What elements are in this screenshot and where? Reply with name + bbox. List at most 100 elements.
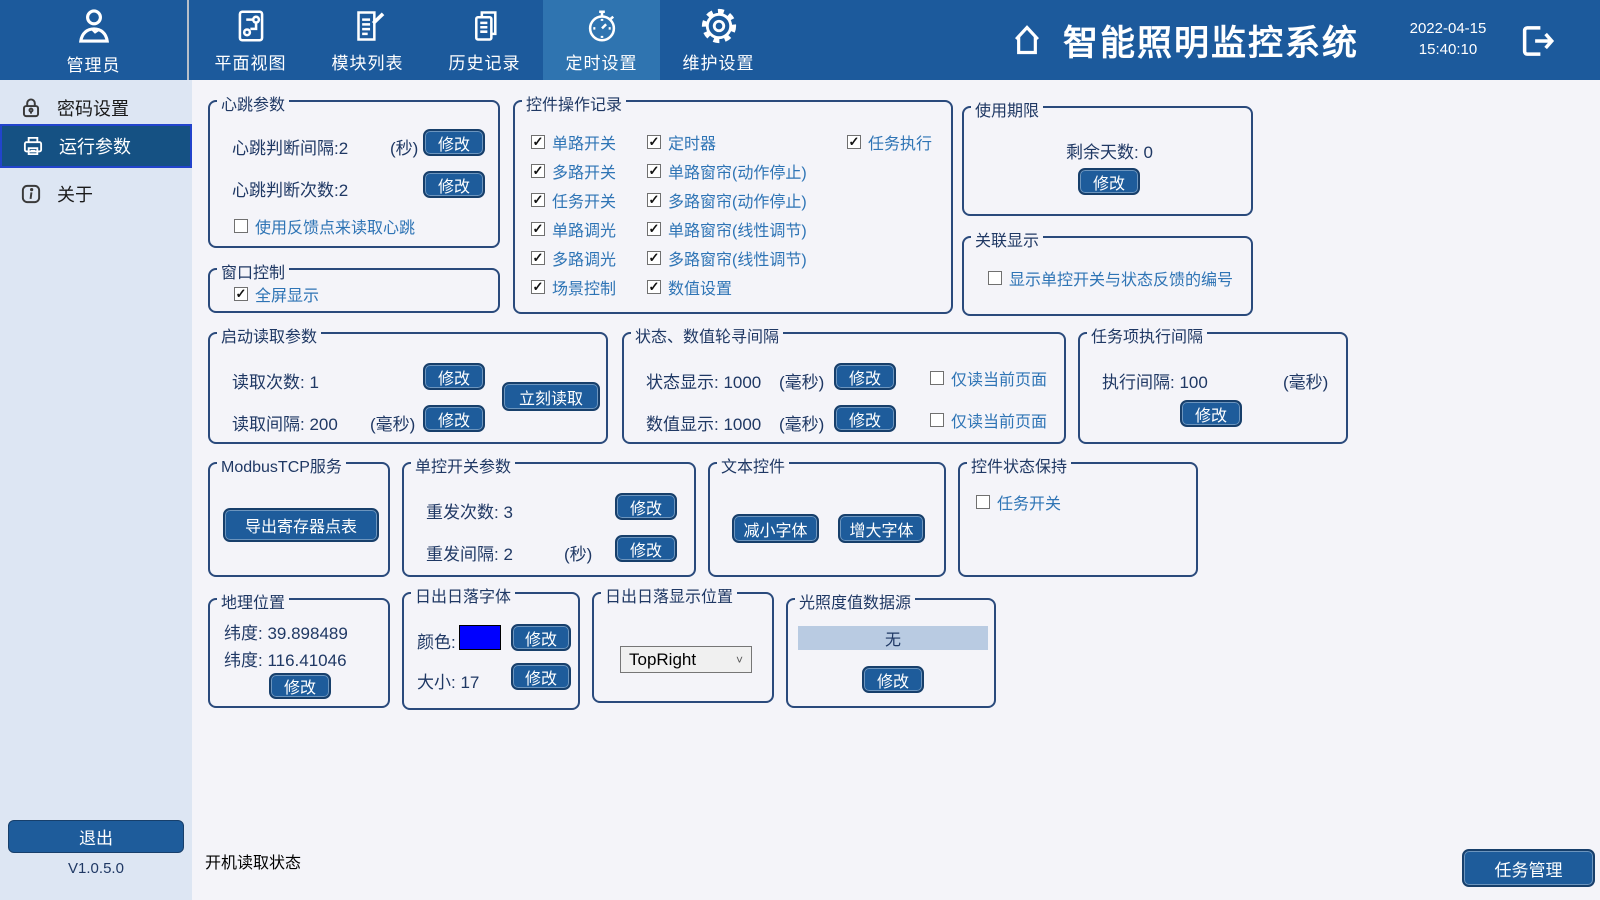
checkbox-task-exec[interactable]: ✓ 任务执行: [847, 130, 932, 154]
checkbox-box[interactable]: ✓: [647, 135, 661, 149]
font-size-value: 大小: 17: [417, 668, 479, 693]
checkbox-current-page-status[interactable]: 仅读当前页面: [930, 366, 1047, 390]
increase-font-button[interactable]: 增大字体: [838, 514, 925, 543]
floorplan-icon: [232, 7, 270, 45]
tab-maintenance[interactable]: 维护设置: [660, 0, 777, 80]
checkbox-box[interactable]: ✓: [647, 280, 661, 294]
modify-button[interactable]: 修改: [423, 129, 485, 156]
checkbox-box[interactable]: [930, 413, 944, 427]
group-title: 任务项执行间隔: [1087, 323, 1207, 347]
decrease-font-button[interactable]: 减小字体: [732, 514, 819, 543]
home-icon: [1005, 20, 1049, 60]
lock-icon: [18, 95, 44, 121]
checkbox-box[interactable]: [234, 219, 248, 233]
checkbox-box[interactable]: ✓: [531, 164, 545, 178]
checkbox-box[interactable]: ✓: [647, 251, 661, 265]
group-widget-state: 控件状态保持 任务开关: [958, 462, 1198, 577]
checkbox-multi-dim[interactable]: ✓ 多路调光: [531, 246, 616, 270]
checkbox-task-switch-keep[interactable]: 任务开关: [976, 490, 1061, 514]
tab-label: 定时设置: [566, 49, 638, 74]
info-icon: [18, 181, 44, 207]
sidebar-item-run-params[interactable]: 运行参数: [0, 124, 192, 168]
checkbox-label: 全屏显示: [255, 282, 319, 306]
checkbox-task-switch[interactable]: ✓ 任务开关: [531, 188, 616, 212]
checkbox-box[interactable]: ✓: [847, 135, 861, 149]
checkbox-feedback-heartbeat[interactable]: 使用反馈点来读取心跳: [234, 214, 415, 238]
checkbox-box[interactable]: ✓: [531, 135, 545, 149]
modify-button[interactable]: 修改: [423, 363, 485, 390]
tab-module-list[interactable]: 模块列表: [309, 0, 426, 80]
modify-button[interactable]: 修改: [834, 363, 896, 390]
tab-history[interactable]: 历史记录: [426, 0, 543, 80]
group-title: 使用期限: [971, 97, 1043, 121]
checkbox-current-page-value[interactable]: 仅读当前页面: [930, 408, 1047, 432]
checkbox-multi-switch[interactable]: ✓ 多路开关: [531, 159, 616, 183]
checkbox-single-curtain-stop[interactable]: ✓ 单路窗帘(动作停止): [647, 159, 807, 183]
group-title: 地理位置: [217, 589, 289, 613]
tab-timer-settings[interactable]: 定时设置: [543, 0, 660, 80]
logout-button[interactable]: [1515, 20, 1557, 62]
modify-button[interactable]: 修改: [615, 535, 677, 562]
read-interval-value: 读取间隔: 200: [232, 410, 338, 435]
checkbox-multi-curtain-stop[interactable]: ✓ 多路窗帘(动作停止): [647, 188, 807, 212]
modify-button[interactable]: 修改: [615, 493, 677, 520]
checkbox-show-switch-feedback-id[interactable]: 显示单控开关与状态反馈的编号: [988, 266, 1233, 290]
checkbox-box[interactable]: [988, 271, 1002, 285]
checkbox-label: 多路调光: [552, 246, 616, 270]
modify-button[interactable]: 修改: [423, 405, 485, 432]
checkbox-label: 多路窗帘(线性调节): [668, 246, 807, 270]
checkbox-fullscreen[interactable]: ✓ 全屏显示: [234, 282, 319, 306]
tab-floorplan[interactable]: 平面视图: [192, 0, 309, 80]
checkbox-timer[interactable]: ✓ 定时器: [647, 130, 716, 154]
checkbox-scene-control[interactable]: ✓ 场景控制: [531, 275, 616, 299]
checkbox-box[interactable]: ✓: [647, 222, 661, 236]
group-sunrise-position: 日出日落显示位置 TopRight ˅: [592, 592, 774, 703]
group-heartbeat: 心跳参数 心跳判断间隔:2 (秒) 修改 心跳判断次数:2 修改 使用反馈点来读…: [208, 100, 500, 248]
sidebar-item-about[interactable]: 关于: [0, 172, 192, 216]
checkbox-single-curtain-linear[interactable]: ✓ 单路窗帘(线性调节): [647, 217, 807, 241]
read-now-button[interactable]: 立刻读取: [502, 382, 600, 411]
position-select[interactable]: TopRight ˅: [620, 646, 752, 673]
checkbox-box[interactable]: ✓: [531, 222, 545, 236]
font-color-swatch: [459, 625, 501, 650]
checkbox-label: 单路开关: [552, 130, 616, 154]
checkbox-box[interactable]: [930, 371, 944, 385]
checkbox-box[interactable]: ✓: [647, 193, 661, 207]
modify-button[interactable]: 修改: [511, 663, 571, 690]
group-sunrise-font: 日出日落字体 颜色: 修改 大小: 17 修改: [402, 592, 580, 710]
modify-button[interactable]: 修改: [423, 171, 485, 198]
group-title: 心跳参数: [217, 91, 289, 115]
modify-button[interactable]: 修改: [862, 666, 924, 693]
exit-button[interactable]: 退出: [8, 820, 184, 853]
checkbox-multi-curtain-linear[interactable]: ✓ 多路窗帘(线性调节): [647, 246, 807, 270]
modify-button[interactable]: 修改: [1078, 168, 1140, 195]
checkbox-box[interactable]: [976, 495, 990, 509]
checkbox-box[interactable]: ✓: [531, 193, 545, 207]
checkbox-box[interactable]: ✓: [234, 287, 248, 301]
date-text: 2022-04-15: [1398, 18, 1498, 39]
checkbox-single-dim[interactable]: ✓ 单路调光: [531, 217, 616, 241]
app-brand: 智能照明监控系统: [1005, 0, 1359, 80]
modify-button[interactable]: 修改: [834, 405, 896, 432]
task-manager-button[interactable]: 任务管理: [1462, 849, 1595, 887]
group-text-widget: 文本控件 减小字体 增大字体: [708, 462, 946, 577]
version-text: V1.0.5.0: [0, 860, 192, 877]
group-op-record: 控件操作记录 ✓ 单路开关 ✓ 多路开关 ✓ 任务开关 ✓ 单路调光 ✓ 多路调…: [513, 100, 953, 314]
group-title: 启动读取参数: [217, 323, 321, 347]
checkbox-box[interactable]: ✓: [531, 280, 545, 294]
checkbox-value-set[interactable]: ✓ 数值设置: [647, 275, 732, 299]
checkbox-box[interactable]: ✓: [531, 251, 545, 265]
user-tile: 管理员: [0, 0, 189, 80]
checkbox-box[interactable]: ✓: [647, 164, 661, 178]
modify-button[interactable]: 修改: [511, 624, 571, 651]
status-display-unit: (毫秒): [779, 368, 824, 393]
checkbox-single-switch[interactable]: ✓ 单路开关: [531, 130, 616, 154]
modify-button[interactable]: 修改: [269, 673, 331, 699]
checkbox-label: 单路窗帘(线性调节): [668, 217, 807, 241]
export-register-table-button[interactable]: 导出寄存器点表: [223, 508, 379, 542]
checkbox-label: 单路窗帘(动作停止): [668, 159, 807, 183]
resend-interval-unit: (秒): [564, 540, 592, 565]
checkbox-label: 显示单控开关与状态反馈的编号: [1009, 266, 1233, 290]
exec-interval-value: 执行间隔: 100: [1102, 368, 1208, 393]
modify-button[interactable]: 修改: [1180, 400, 1242, 427]
